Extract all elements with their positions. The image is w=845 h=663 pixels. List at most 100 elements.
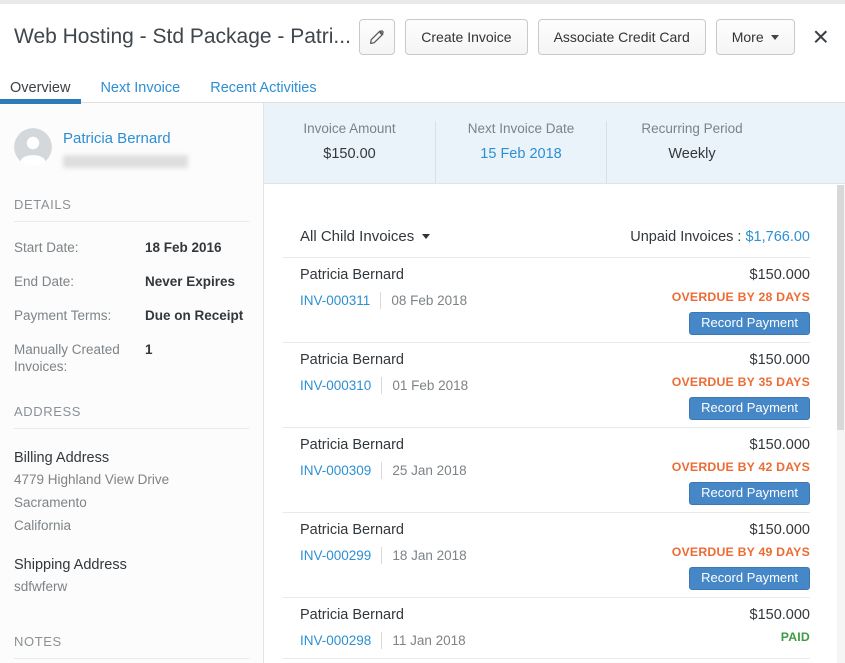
invoice-row: Patricia Bernard INV-000311 08 Feb 2018 … xyxy=(283,257,810,342)
detail-row-start-date: Start Date: 18 Feb 2016 xyxy=(14,239,249,256)
invoice-number-link[interactable]: INV-000298 xyxy=(300,633,371,648)
separator xyxy=(381,547,382,564)
detail-value: 1 xyxy=(145,341,153,375)
pencil-icon xyxy=(369,29,385,45)
invoice-amount: $150.000 xyxy=(672,352,810,369)
scrollbar-track[interactable] xyxy=(837,185,845,663)
tab-recent-activities[interactable]: Recent Activities xyxy=(210,70,316,102)
right-panel: Invoice Amount $150.00 Next Invoice Date… xyxy=(264,103,845,663)
tab-overview[interactable]: Overview xyxy=(10,70,70,102)
invoice-customer-name: Patricia Bernard xyxy=(300,607,466,624)
invoice-number-link[interactable]: INV-000309 xyxy=(300,463,371,478)
record-payment-button[interactable]: Record Payment xyxy=(689,482,810,505)
invoice-row: Patricia Bernard INV-000310 01 Feb 2018 … xyxy=(283,342,810,427)
list-toolbar: All Child Invoices Unpaid Invoices : $1,… xyxy=(300,228,810,245)
customer-block: Patricia Bernard xyxy=(14,128,249,168)
customer-name-link[interactable]: Patricia Bernard xyxy=(63,130,188,147)
invoice-amount: $150.000 xyxy=(672,522,810,539)
divider xyxy=(14,658,249,659)
invoice-row: Patricia Bernard INV-000309 25 Jan 2018 … xyxy=(283,427,810,512)
invoice-date: 01 Feb 2018 xyxy=(392,378,468,393)
invoice-status-badge: PAID xyxy=(750,630,810,645)
detail-label: Start Date: xyxy=(14,239,145,256)
invoice-amount: $150.000 xyxy=(672,437,810,454)
unpaid-invoices-label: Unpaid Invoices : xyxy=(630,229,741,245)
create-invoice-button[interactable]: Create Invoice xyxy=(405,19,527,55)
redacted-contact-info xyxy=(63,155,188,168)
details-heading: DETAILS xyxy=(14,197,249,212)
close-button[interactable]: × xyxy=(813,23,829,51)
invoice-number-link[interactable]: INV-000310 xyxy=(300,378,371,393)
notes-heading: NOTES xyxy=(14,634,249,649)
invoice-customer-name: Patricia Bernard xyxy=(300,267,467,284)
invoice-customer-name: Patricia Bernard xyxy=(300,352,468,369)
separator xyxy=(381,462,382,479)
detail-row-manually-created-invoices: Manually Created Invoices: 1 xyxy=(14,341,249,375)
detail-row-end-date: End Date: Never Expires xyxy=(14,273,249,290)
invoice-amount: $150.000 xyxy=(672,267,810,284)
filter-label: All Child Invoices xyxy=(300,228,414,245)
more-button[interactable]: More xyxy=(716,19,795,55)
record-payment-button[interactable]: Record Payment xyxy=(689,397,810,420)
invoice-row-partial: Patricia Bernard $150.000 xyxy=(283,658,810,663)
summary-col-recurring-period: Recurring Period Weekly xyxy=(606,121,777,183)
summary-col-next-invoice-date: Next Invoice Date 15 Feb 2018 xyxy=(435,121,606,183)
billing-address-line: 4779 Highland View Drive xyxy=(14,471,249,489)
invoice-number-link[interactable]: INV-000299 xyxy=(300,548,371,563)
record-payment-button[interactable]: Record Payment xyxy=(689,312,810,335)
sidebar: Patricia Bernard DETAILS Start Date: 18 … xyxy=(0,103,264,663)
detail-value: Never Expires xyxy=(145,273,235,290)
detail-label: Payment Terms: xyxy=(14,307,145,324)
summary-bar: Invoice Amount $150.00 Next Invoice Date… xyxy=(264,103,845,184)
invoice-status-badge: OVERDUE BY 49 DAYS xyxy=(672,545,810,560)
detail-value: 18 Feb 2016 xyxy=(145,239,222,256)
detail-label: End Date: xyxy=(14,273,145,290)
customer-info: Patricia Bernard xyxy=(63,128,188,168)
next-invoice-date-link[interactable]: 15 Feb 2018 xyxy=(436,146,606,162)
divider xyxy=(14,221,249,222)
unpaid-invoices-amount-link[interactable]: $1,766.00 xyxy=(745,229,810,245)
recurring-invoice-detail-page: Web Hosting - Std Package - Patri... Cre… xyxy=(0,0,845,663)
recurring-period-value: Weekly xyxy=(607,146,777,162)
unpaid-invoices: Unpaid Invoices : $1,766.00 xyxy=(630,229,810,245)
divider xyxy=(14,428,249,429)
avatar xyxy=(14,128,52,166)
invoice-status-badge: OVERDUE BY 35 DAYS xyxy=(672,375,810,390)
tabbar: Overview Next Invoice Recent Activities xyxy=(0,70,845,103)
summary-label: Invoice Amount xyxy=(264,121,435,136)
invoice-date: 11 Jan 2018 xyxy=(392,633,465,648)
invoice-amount-value: $150.00 xyxy=(264,146,435,162)
shipping-address-line: sdfwferw xyxy=(14,578,249,596)
separator xyxy=(381,377,382,394)
billing-address-line: Sacramento xyxy=(14,494,249,512)
header: Web Hosting - Std Package - Patri... Cre… xyxy=(0,4,845,70)
invoice-customer-name: Patricia Bernard xyxy=(300,437,467,454)
summary-label: Next Invoice Date xyxy=(436,121,606,136)
detail-label: Manually Created Invoices: xyxy=(14,341,145,375)
person-icon xyxy=(14,153,52,166)
separator xyxy=(380,292,381,309)
page-title: Web Hosting - Std Package - Patri... xyxy=(14,25,351,49)
invoice-list: Patricia Bernard INV-000311 08 Feb 2018 … xyxy=(283,257,810,663)
invoice-date: 25 Jan 2018 xyxy=(392,463,466,478)
invoice-date: 08 Feb 2018 xyxy=(391,293,467,308)
associate-credit-card-button[interactable]: Associate Credit Card xyxy=(538,19,706,55)
invoice-row: Patricia Bernard INV-000299 18 Jan 2018 … xyxy=(283,512,810,597)
tab-next-invoice[interactable]: Next Invoice xyxy=(100,70,180,102)
more-button-label: More xyxy=(732,29,764,45)
scrollbar-thumb[interactable] xyxy=(837,185,844,430)
invoice-status-badge: OVERDUE BY 28 DAYS xyxy=(672,290,810,305)
billing-address-line: California xyxy=(14,517,249,535)
invoice-customer-name: Patricia Bernard xyxy=(300,522,467,539)
record-payment-button[interactable]: Record Payment xyxy=(689,567,810,590)
invoice-number-link[interactable]: INV-000311 xyxy=(300,293,370,308)
invoice-date: 18 Jan 2018 xyxy=(392,548,466,563)
chevron-down-icon xyxy=(771,35,779,40)
invoice-row: Patricia Bernard INV-000298 11 Jan 2018 … xyxy=(283,597,810,658)
edit-button[interactable] xyxy=(359,19,395,55)
detail-value: Due on Receipt xyxy=(145,307,243,324)
separator xyxy=(381,632,382,649)
invoice-amount: $150.000 xyxy=(750,607,810,624)
main: Patricia Bernard DETAILS Start Date: 18 … xyxy=(0,103,845,663)
child-invoices-filter-dropdown[interactable]: All Child Invoices xyxy=(300,228,430,245)
